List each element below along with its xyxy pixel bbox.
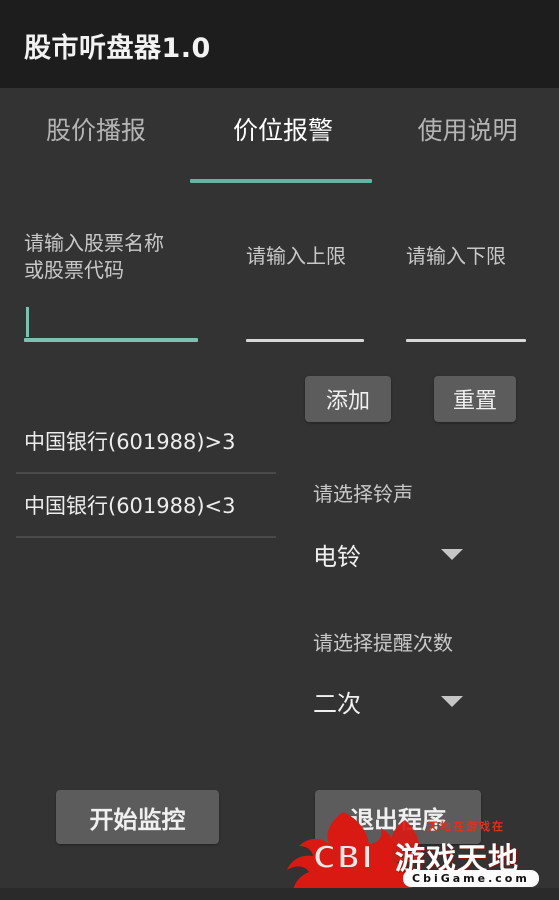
input-underline [406, 339, 526, 342]
lower-limit-label: 请输入下限 [406, 244, 506, 268]
chevron-down-icon [441, 549, 463, 560]
upper-limit-label: 请输入上限 [246, 244, 346, 268]
app-window: 股市听盘器1.0 股价播报 价位报警 使用说明 请输入股票名称 或股票代码 请输… [0, 0, 559, 900]
ringtone-dropdown[interactable]: 电铃 [305, 533, 483, 577]
repeat-count-label: 请选择提醒次数 [313, 631, 453, 655]
input-underline [246, 339, 364, 342]
stock-name-label: 请输入股票名称 或股票代码 [24, 231, 164, 282]
active-tab-indicator [190, 179, 372, 183]
bottom-strip [0, 888, 559, 900]
alert-list: 中国银行(601988)>3 中国银行(601988)<3 [0, 410, 286, 538]
tab-stock-broadcast[interactable]: 股价播报 [6, 88, 186, 186]
chevron-down-icon [441, 696, 463, 707]
tab-instructions[interactable]: 使用说明 [380, 88, 555, 186]
lower-limit-input[interactable] [406, 298, 526, 342]
tab-price-alert[interactable]: 价位报警 [190, 88, 376, 186]
watermark-url: CbiGame.com [403, 870, 539, 887]
upper-limit-input[interactable] [246, 298, 364, 342]
list-item[interactable]: 中国银行(601988)<3 [0, 474, 286, 536]
stock-name-input[interactable] [24, 298, 198, 342]
ringtone-label: 请选择铃声 [313, 482, 413, 506]
reset-button[interactable]: 重置 [434, 376, 516, 422]
ringtone-selected-value: 电铃 [313, 543, 361, 571]
repeat-count-dropdown[interactable]: 二次 [305, 680, 483, 724]
input-underline [24, 338, 198, 342]
page-title: 股市听盘器1.0 [24, 33, 211, 64]
add-button[interactable]: 添加 [305, 376, 391, 422]
app-bar: 股市听盘器1.0 [0, 0, 559, 88]
start-monitor-button[interactable]: 开始监控 [56, 790, 219, 844]
list-divider [16, 536, 276, 538]
watermark-brand-latin: CBI [312, 839, 374, 877]
list-item[interactable]: 中国银行(601988)>3 [0, 410, 286, 472]
tab-bar: 股价播报 价位报警 使用说明 [0, 88, 559, 186]
repeat-count-selected-value: 二次 [313, 690, 361, 718]
text-cursor [26, 307, 29, 337]
exit-program-button[interactable]: 退出程序 [315, 790, 481, 844]
